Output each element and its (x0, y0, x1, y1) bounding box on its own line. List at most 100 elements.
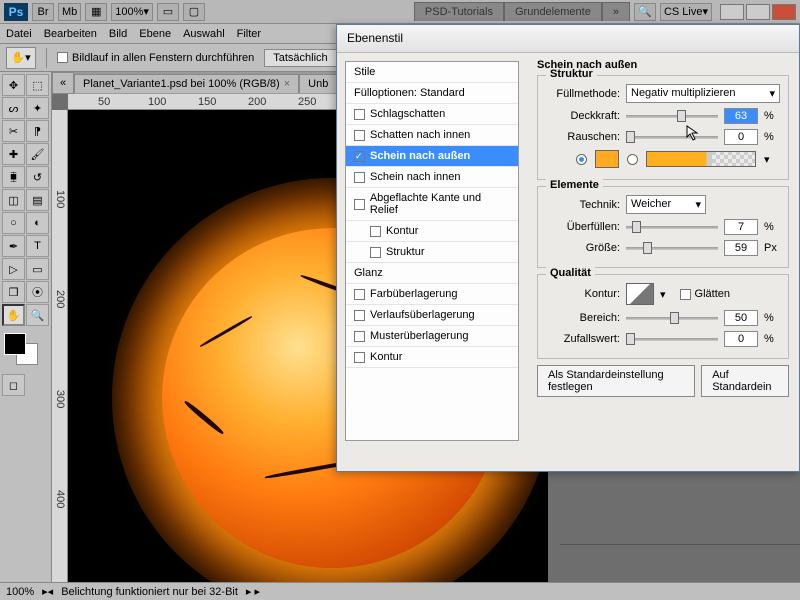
glow-color-swatch[interactable] (595, 150, 619, 168)
style-item[interactable]: Schatten nach innen (346, 125, 518, 146)
style-checkbox[interactable] (354, 289, 365, 300)
jitter-input[interactable]: 0 (724, 331, 758, 347)
dodge-tool[interactable]: ◐ (26, 212, 49, 234)
close-button[interactable] (772, 4, 796, 20)
status-zoom[interactable]: 100% (6, 586, 34, 598)
glow-gradient-picker[interactable] (646, 151, 756, 167)
technique-combo[interactable]: Weicher▾ (626, 195, 706, 214)
style-item[interactable]: Kontur (346, 347, 518, 368)
search-icon[interactable]: 🔍 (634, 3, 656, 21)
scroll-all-windows-checkbox[interactable]: Bildlauf in allen Fenstern durchführen (57, 52, 254, 64)
style-checkbox[interactable] (370, 226, 381, 237)
style-checkbox[interactable] (354, 109, 365, 120)
spread-slider[interactable] (626, 226, 718, 229)
pen-tool[interactable]: ✒ (2, 235, 25, 257)
opacity-slider[interactable] (626, 115, 718, 118)
style-checkbox[interactable] (354, 310, 365, 321)
noise-slider[interactable] (626, 136, 718, 139)
range-slider[interactable] (626, 317, 718, 320)
hand-tool-icon[interactable]: ✋▾ (6, 47, 36, 69)
style-item[interactable]: Schein nach außen (346, 146, 518, 167)
style-item[interactable]: Kontur (346, 221, 518, 242)
workspace-tab-2[interactable]: Grundelemente (504, 2, 602, 21)
actual-pixels-button[interactable]: Tatsächlich (264, 49, 336, 67)
noise-input[interactable]: 0 (724, 129, 758, 145)
chevron-down-icon[interactable]: ▾ (660, 288, 666, 301)
style-checkbox[interactable] (354, 130, 365, 141)
maximize-button[interactable] (746, 4, 770, 20)
style-item[interactable]: Verlaufsüberlagerung (346, 305, 518, 326)
stamp-tool[interactable]: ⧯ (2, 166, 25, 188)
foreground-color[interactable] (4, 333, 26, 355)
menu-bearbeiten[interactable]: Bearbeiten (44, 28, 97, 40)
gradient-tool[interactable]: ▤ (26, 189, 49, 211)
blend-mode-combo[interactable]: Negativ multiplizieren▾ (626, 84, 780, 103)
3d-camera-tool[interactable]: ⦿ (26, 281, 49, 303)
path-tool[interactable]: ▷ (2, 258, 25, 280)
style-item[interactable]: Schein nach innen (346, 167, 518, 188)
viewextras-button[interactable]: ▦ (85, 3, 107, 21)
style-checkbox[interactable] (354, 199, 365, 210)
marquee-tool[interactable]: ⬚ (26, 74, 49, 96)
gradient-radio[interactable] (627, 154, 638, 165)
eraser-tool[interactable]: ◫ (2, 189, 25, 211)
style-item[interactable]: Abgeflachte Kante und Relief (346, 188, 518, 221)
styles-header[interactable]: Stile (346, 62, 518, 83)
style-item[interactable]: Glanz (346, 263, 518, 284)
workspace-tab-1[interactable]: PSD-Tutorials (414, 2, 504, 21)
arrange-button[interactable]: ▭ (157, 3, 179, 21)
move-tool[interactable]: ✥ (2, 74, 25, 96)
style-item[interactable]: Struktur (346, 242, 518, 263)
menu-ebene[interactable]: Ebene (139, 28, 171, 40)
size-input[interactable]: 59 (724, 240, 758, 256)
document-tab-2[interactable]: Unb (299, 74, 337, 93)
3d-tool[interactable]: ❒ (2, 281, 25, 303)
history-brush-tool[interactable]: ↺ (26, 166, 49, 188)
bridge-button[interactable]: Br (32, 3, 54, 21)
menu-filter[interactable]: Filter (237, 28, 261, 40)
lasso-tool[interactable]: ᔕ (2, 97, 25, 119)
make-default-button[interactable]: Als Standardeinstellung festlegen (537, 365, 695, 397)
quickmask-tool[interactable]: ◻ (2, 374, 25, 396)
hand-tool[interactable]: ✋ (2, 304, 25, 326)
menu-auswahl[interactable]: Auswahl (183, 28, 225, 40)
antialias-checkbox[interactable]: Glätten (680, 288, 754, 300)
screenmode-button[interactable]: ▢ (183, 3, 205, 21)
close-icon[interactable]: × (284, 78, 290, 90)
brush-tool[interactable]: 🖌 (26, 143, 49, 165)
tab-collapse-icon[interactable]: « (52, 72, 74, 94)
style-item[interactable]: Schlagschatten (346, 104, 518, 125)
style-checkbox[interactable] (354, 331, 365, 342)
style-checkbox[interactable] (354, 151, 365, 162)
blur-tool[interactable]: ○ (2, 212, 25, 234)
healing-tool[interactable]: ✚ (2, 143, 25, 165)
eyedropper-tool[interactable]: ⁋ (26, 120, 49, 142)
document-tab-1[interactable]: Planet_Variante1.psd bei 100% (RGB/8)× (74, 74, 299, 93)
minibridge-button[interactable]: Mb (58, 3, 81, 21)
range-input[interactable]: 50 (724, 310, 758, 326)
wand-tool[interactable]: ✦ (26, 97, 49, 119)
style-checkbox[interactable] (354, 352, 365, 363)
opacity-input[interactable]: 63 (724, 108, 758, 124)
fill-options-header[interactable]: Fülloptionen: Standard (346, 83, 518, 104)
contour-picker[interactable] (626, 283, 654, 305)
shape-tool[interactable]: ▭ (26, 258, 49, 280)
menu-datei[interactable]: Datei (6, 28, 32, 40)
workspace-more[interactable]: » (602, 2, 630, 21)
cslive-button[interactable]: CS Live ▾ (660, 3, 712, 21)
menu-bild[interactable]: Bild (109, 28, 127, 40)
minimize-button[interactable] (720, 4, 744, 20)
style-item[interactable]: Farbüberlagerung (346, 284, 518, 305)
style-checkbox[interactable] (354, 172, 365, 183)
reset-default-button[interactable]: Auf Standardein (701, 365, 789, 397)
size-slider[interactable] (626, 247, 718, 250)
color-swatches[interactable] (2, 333, 49, 369)
jitter-slider[interactable] (626, 338, 718, 341)
type-tool[interactable]: T (26, 235, 49, 257)
style-checkbox[interactable] (370, 247, 381, 258)
zoom-tool[interactable]: 🔍 (26, 304, 49, 326)
style-item[interactable]: Musterüberlagerung (346, 326, 518, 347)
color-radio[interactable] (576, 154, 587, 165)
spread-input[interactable]: 7 (724, 219, 758, 235)
zoom-level[interactable]: 100% ▾ (111, 3, 153, 21)
